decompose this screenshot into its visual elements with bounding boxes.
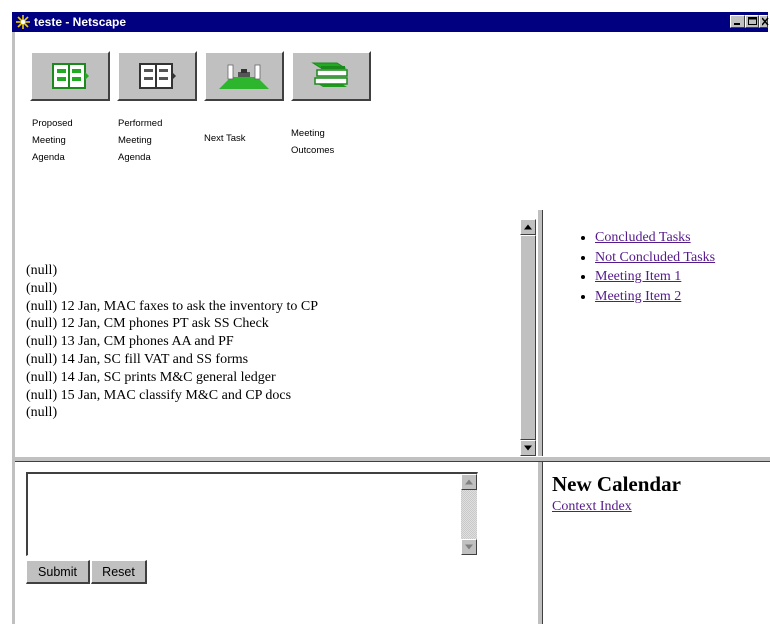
maximize-icon[interactable] [745,15,759,28]
next-task-scene-icon [219,61,269,89]
list-item: (null) [26,263,58,278]
list-item: Not Concluded Tasks [595,248,715,268]
list-item: Meeting Item 1 [595,267,715,287]
minimize-icon[interactable] [730,15,745,28]
textarea-scrollbar[interactable] [461,474,477,555]
comment-textarea-frame [26,472,478,556]
list-item: (null) 14 Jan, SC fill VAT and SS forms [26,351,249,367]
scroll-thumb[interactable] [520,235,536,440]
arrow-down-icon [524,445,532,451]
not-concluded-tasks-link[interactable]: Not Concluded Tasks [595,250,715,265]
arrow-up-icon [465,479,473,485]
list-item: (null) [26,405,58,421]
performed-agenda-button[interactable] [117,51,197,101]
next-task-label: Next Task [204,133,246,144]
calendar-heading: New Calendar [552,472,681,496]
list-item: (null) 13 Jan, CM phones AA and PF [26,334,234,350]
concluded-tasks-link[interactable]: Concluded Tasks [595,230,691,245]
comment-textarea[interactable] [28,474,458,553]
submit-button[interactable]: Submit [26,560,90,584]
scroll-up-button[interactable] [461,474,477,490]
meeting-outcomes-label: Meeting Outcomes [291,128,335,156]
list-item: (null) 15 Jan, MAC classify M&C and CP d… [26,387,292,403]
list-item: (null) 12 Jan, CM phones PT ask SS Check [26,316,269,332]
performed-agenda-label: Performed Meeting Agenda [118,118,163,163]
context-index-link[interactable]: Context Index [552,499,632,515]
task-list-scrollbar[interactable] [520,219,536,456]
list-item: (null) [26,280,58,296]
netscape-star-icon [15,14,31,30]
proposed-agenda-button[interactable] [30,51,110,101]
list-item: (null) 14 Jan, SC prints M&C general led… [26,369,276,385]
open-agenda-book-icon [52,63,89,89]
stacked-books-icon [311,62,348,87]
task-links-list: Concluded Tasks Not Concluded Tasks Meet… [578,228,715,306]
frame-divider-vertical[interactable] [537,462,543,624]
window-left-border [12,32,15,624]
list-item: (null) 12 Jan, MAC faxes to ask the inve… [26,298,319,314]
scroll-down-button[interactable] [520,440,536,456]
next-task-button[interactable] [204,51,284,101]
arrow-up-icon [524,224,532,230]
list-item: Concluded Tasks [595,228,715,248]
scroll-down-button[interactable] [461,539,477,555]
scroll-up-button[interactable] [520,219,536,235]
task-list: (null) (null) (null) 12 Jan, MAC faxes t… [26,262,318,422]
closed-agenda-book-icon [139,63,176,89]
proposed-agenda-label: Proposed Meeting Agenda [32,118,73,163]
window-title-bar[interactable]: teste - Netscape [12,12,769,32]
arrow-down-icon [465,544,473,550]
reset-button[interactable]: Reset [91,560,147,584]
meeting-item-1-link[interactable]: Meeting Item 1 [595,269,681,284]
frame-divider-horizontal[interactable] [15,456,770,462]
meeting-item-2-link[interactable]: Meeting Item 2 [595,289,681,304]
window-title: teste - Netscape [34,15,127,29]
list-item: Meeting Item 2 [595,287,715,307]
meeting-outcomes-button[interactable] [291,51,371,101]
frame-divider-vertical[interactable] [537,210,543,456]
close-icon[interactable] [759,15,769,28]
